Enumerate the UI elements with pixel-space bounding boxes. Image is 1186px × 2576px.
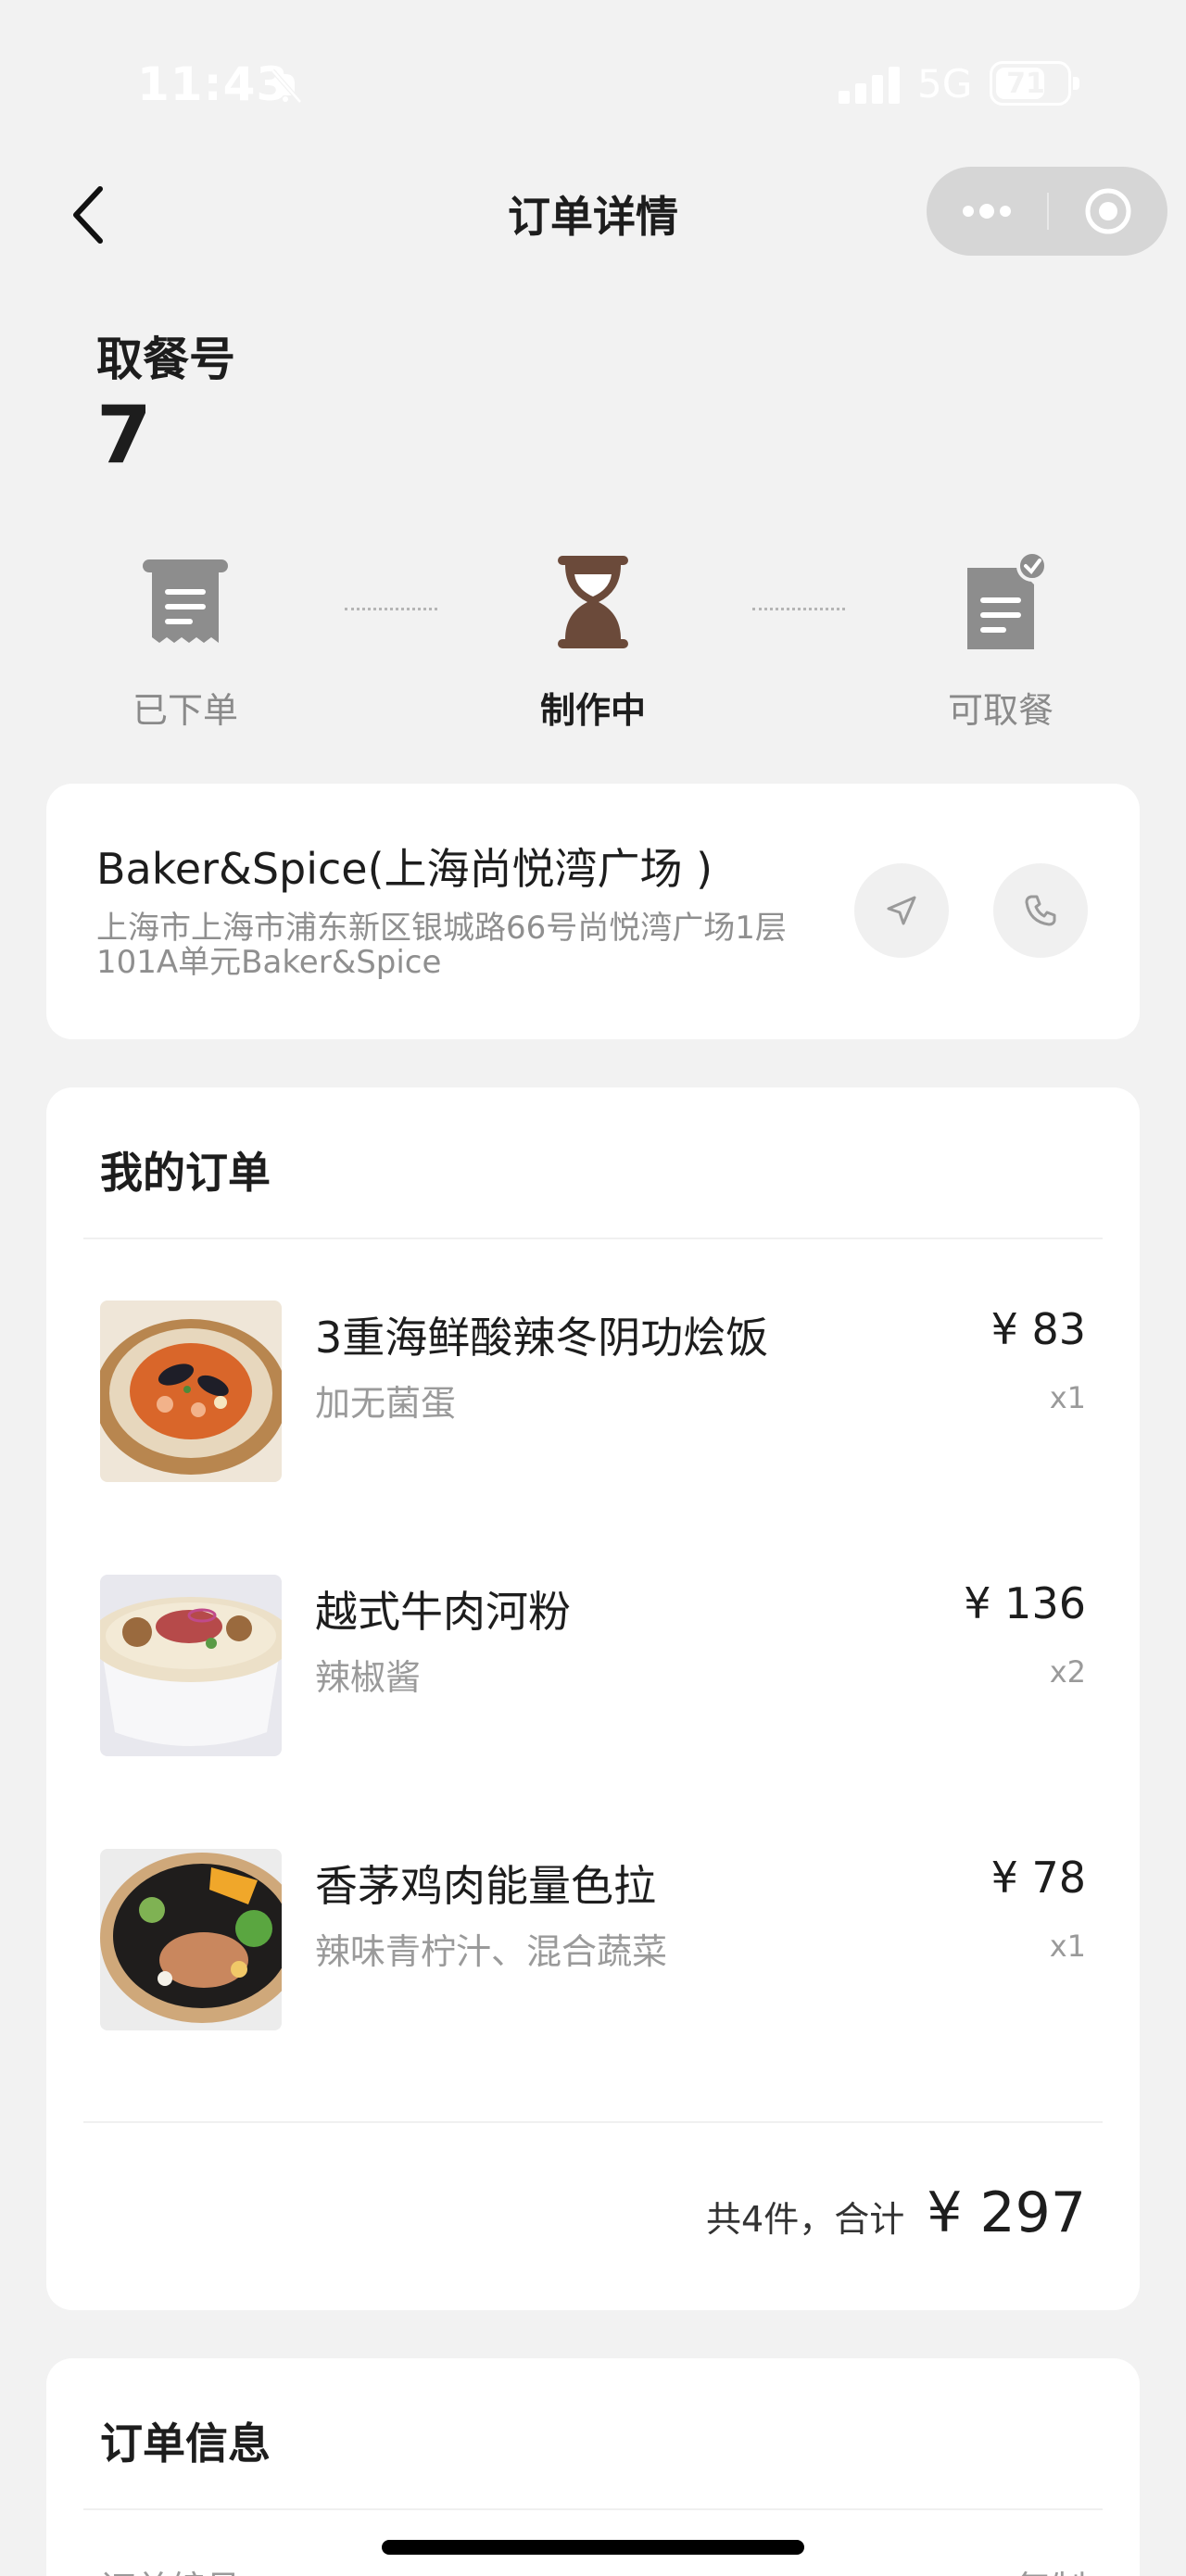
item-spec: 加无菌蛋 bbox=[315, 1383, 457, 1424]
more-button[interactable] bbox=[927, 167, 1047, 256]
navigation-arrow-icon bbox=[887, 896, 916, 925]
battery-icon: 71 bbox=[990, 61, 1079, 106]
item-price: ¥ 78 bbox=[990, 1853, 1086, 1903]
order-item[interactable]: 3重海鲜酸辣冬阴功烩饭 加无菌蛋 ¥ 83 x1 bbox=[100, 1301, 1086, 1482]
seafood-rice-image bbox=[100, 1301, 282, 1482]
divider bbox=[83, 2121, 1103, 2123]
order-progress: 已下单 制作中 可取餐 bbox=[0, 547, 1186, 741]
bell-mute-icon bbox=[271, 69, 302, 104]
status-bar: 11:43 5G 71 bbox=[0, 0, 1186, 139]
divider bbox=[83, 2508, 1103, 2510]
step-ready: 可取餐 bbox=[908, 547, 1093, 733]
hourglass-icon bbox=[558, 556, 628, 648]
order-total: 共4件，合计 ¥ 297 bbox=[706, 2180, 1086, 2245]
beef-pho-image bbox=[100, 1575, 282, 1756]
item-count-summary: 共4件，合计 bbox=[706, 2199, 905, 2240]
mini-program-capsule bbox=[927, 167, 1167, 256]
step-preparing: 制作中 bbox=[500, 547, 686, 733]
order-info-title: 订单信息 bbox=[100, 2419, 271, 2469]
network-type: 5G bbox=[917, 61, 973, 107]
battery-level: 71 bbox=[1006, 68, 1045, 100]
item-name: 3重海鲜酸辣冬阴功烩饭 bbox=[315, 1313, 769, 1363]
item-name: 香茅鸡肉能量色拉 bbox=[315, 1861, 656, 1911]
item-quantity: x1 bbox=[1049, 1380, 1086, 1415]
pickup-number: 7 bbox=[96, 389, 152, 482]
order-item[interactable]: 香茅鸡肉能量色拉 辣味青柠汁、混合蔬菜 ¥ 78 x1 bbox=[100, 1849, 1086, 2030]
chicken-salad-image bbox=[100, 1849, 282, 2030]
item-spec: 辣椒酱 bbox=[315, 1657, 422, 1698]
step-label: 已下单 bbox=[132, 690, 238, 731]
store-card: Baker&Spice(上海尚悦湾广场 ) 上海市上海市浦东新区银城路66号尚悦… bbox=[46, 784, 1140, 1039]
item-quantity: x1 bbox=[1049, 1929, 1086, 1964]
receipt-icon bbox=[143, 559, 228, 643]
step-label: 可取餐 bbox=[947, 690, 1054, 731]
item-spec: 辣味青柠汁、混合蔬菜 bbox=[315, 1931, 668, 1972]
item-price: ¥ 136 bbox=[964, 1578, 1086, 1628]
order-number-label: 订单编号 bbox=[100, 2560, 241, 2576]
item-quantity: x2 bbox=[1049, 1654, 1086, 1690]
target-circle-icon bbox=[1085, 188, 1131, 234]
step-label: 制作中 bbox=[539, 690, 646, 731]
order-section-title: 我的订单 bbox=[100, 1148, 271, 1198]
document-check-icon bbox=[967, 551, 1048, 649]
item-name: 越式牛肉河粉 bbox=[315, 1587, 571, 1637]
order-card: 我的订单 3重海鲜酸辣冬阴功烩饭 加无菌蛋 ¥ 83 x1 越式牛肉河粉 辣椒酱… bbox=[46, 1087, 1140, 2310]
copy-button[interactable]: 复制 bbox=[1016, 2560, 1086, 2576]
close-miniprogram-button[interactable] bbox=[1049, 167, 1167, 256]
divider bbox=[83, 1238, 1103, 1239]
store-address: 上海市上海市浦东新区银城路66号尚悦湾广场1层101A单元Baker&Spice bbox=[96, 910, 787, 981]
call-store-button[interactable] bbox=[993, 863, 1088, 958]
navigate-button[interactable] bbox=[854, 863, 949, 958]
nav-bar: 订单详情 bbox=[0, 167, 1186, 259]
order-item[interactable]: 越式牛肉河粉 辣椒酱 ¥ 136 x2 bbox=[100, 1575, 1086, 1756]
more-dots-icon bbox=[963, 204, 1011, 219]
item-price: ¥ 83 bbox=[990, 1304, 1086, 1354]
pickup-label: 取餐号 bbox=[96, 333, 235, 386]
store-name: Baker&Spice(上海尚悦湾广场 ) bbox=[96, 844, 713, 894]
total-amount: ¥ 297 bbox=[927, 2180, 1086, 2245]
step-ordered: 已下单 bbox=[93, 547, 278, 733]
signal-icon bbox=[839, 67, 900, 104]
phone-icon bbox=[1025, 895, 1056, 926]
home-indicator bbox=[382, 2540, 804, 2555]
